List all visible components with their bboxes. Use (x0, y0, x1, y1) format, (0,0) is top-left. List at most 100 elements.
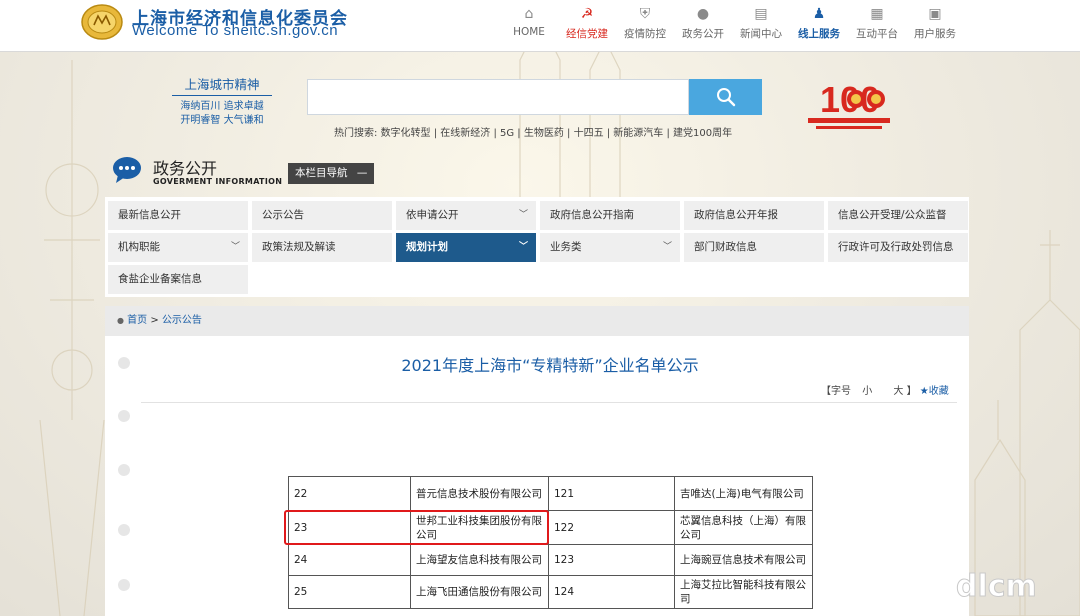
category-menu: 最新信息公开 公示公告 依申请公开 ﹀ 政府信息公开指南 政府信息公开年报 信息公开受理/公… (105, 197, 969, 297)
slogan-line-1: 海纳百川 追求卓越 (180, 101, 264, 112)
menu-item-label: 依申请公开 (406, 209, 459, 221)
column-nav-label: 本栏目导航 (295, 167, 348, 179)
nav-item-label: 线上服务 (798, 28, 840, 40)
side-dot (118, 524, 130, 536)
section-title: 政务公开 (153, 159, 218, 178)
menu-item[interactable]: 政策法规及解读 (252, 233, 392, 262)
nav-item-grid[interactable]: ▦ 互动平台 (848, 0, 906, 52)
side-dot (118, 410, 130, 422)
menu-item-label: 公示公告 (262, 209, 304, 221)
article-tools: 【字号 小 大 】 ★收藏 (821, 382, 949, 397)
nav-item-user-service[interactable]: ▣ 用户服务 (906, 0, 964, 52)
chevron-down-icon[interactable]: ﹀ (519, 233, 528, 262)
site-subtitle[interactable]: Welcome To sheitc.sh.gov.cn (132, 22, 338, 39)
search-icon (716, 88, 735, 107)
menu-item[interactable]: 信息公开受理/公众监督 (828, 201, 968, 230)
menu-item[interactable]: 机构职能 ﹀ (108, 233, 248, 262)
nav-item-home[interactable]: ⌂ HOME (500, 0, 558, 52)
chevron-down-icon[interactable]: ﹀ (519, 201, 528, 230)
news-icon: ▤ (754, 6, 768, 22)
favorite-button[interactable]: ★收藏 (920, 386, 949, 397)
nav-item-label: HOME (513, 26, 545, 38)
menu-item-label: 食盐企业备案信息 (118, 273, 202, 285)
menu-item[interactable]: 公示公告 (252, 201, 392, 230)
font-size-close-bracket: 】 (906, 386, 917, 397)
side-dot (118, 579, 130, 591)
menu-item-label: 政府信息公开指南 (550, 209, 634, 221)
hot-search-label: 热门搜索: (334, 128, 378, 139)
search-button[interactable] (689, 79, 762, 115)
table-cell: 123 (548, 544, 675, 576)
menu-item[interactable]: 食盐企业备案信息 (108, 265, 248, 294)
menu-item-label: 信息公开受理/公众监督 (838, 209, 947, 221)
user-service-icon: ▣ (928, 6, 942, 22)
slogan-title: 上海城市精神 (172, 74, 272, 96)
menu-item-label: 最新信息公开 (118, 209, 181, 221)
city-spirit-slogan: 上海城市精神 海纳百川 追求卓越 开明睿智 大气谦和 (172, 74, 272, 128)
article-title: 2021年度上海市“专精特新”企业名单公示 (401, 356, 699, 375)
grid-icon: ▦ (870, 6, 884, 22)
watermark-logo: dlcm (956, 569, 1038, 605)
nav-item-chat[interactable]: ● 政务公开 (674, 0, 732, 52)
column-nav-toggle-button[interactable]: 本栏目导航 — (288, 163, 374, 184)
nav-item-party[interactable]: ☭ 经信党建 (558, 0, 616, 52)
slogan-line-2: 开明睿智 大气谦和 (180, 115, 264, 126)
site-logo[interactable] (80, 3, 124, 41)
chevron-down-icon[interactable]: ﹀ (231, 233, 240, 262)
menu-item-label: 政府信息公开年报 (694, 209, 778, 221)
menu-item[interactable]: 政府信息公开指南 (540, 201, 680, 230)
nav-item-label: 政务公开 (682, 28, 724, 40)
menu-item[interactable]: 业务类 ﹀ (540, 233, 680, 262)
font-size-small-button[interactable]: 小 (862, 386, 872, 397)
svg-text:dlcm: dlcm (956, 569, 1037, 604)
menu-item[interactable]: 规划计划 ﹀ (396, 233, 536, 262)
nav-item-label: 疫情防控 (624, 28, 666, 40)
breadcrumb-home-link[interactable]: 首页 (127, 315, 147, 326)
hot-search-terms[interactable]: 数字化转型 | 在线新经济 | 5G | 生物医药 | 十四五 | 新能源汽车 … (381, 128, 733, 139)
side-dot (118, 357, 130, 369)
table-cell: 普元信息技术股份有限公司 (410, 476, 549, 511)
table-cell: 上海豌豆信息技术有限公司 (674, 544, 813, 576)
nav-item-label: 经信党建 (566, 28, 608, 40)
nav-item-news[interactable]: ▤ 新闻中心 (732, 0, 790, 52)
nav-item-label: 用户服务 (914, 28, 956, 40)
nav-item-shield[interactable]: ⛨ 疫情防控 (616, 0, 674, 52)
table-row: 24 上海望友信息科技有限公司 123 上海豌豆信息技术有限公司 (288, 544, 813, 576)
table-cell: 芯翼信息科技（上海）有限公司 (674, 510, 813, 545)
table-cell: 吉唯达(上海)电气有限公司 (674, 476, 813, 511)
table-cell: 124 (548, 575, 675, 609)
chevron-down-icon[interactable]: ﹀ (663, 233, 672, 262)
table-row: 25 上海飞田通信股份有限公司 124 上海艾拉比智能科技有限公司 (288, 575, 813, 609)
nav-item-people[interactable]: ♟ 线上服务 (790, 0, 848, 52)
party-100-anniversary-badge: 100 (808, 79, 890, 129)
main-nav: ⌂ HOME ☭ 经信党建 ⛨ 疫情防控 ● 政务公开 ▤ 新闻中心 ♟ 线上服务 ▦ 互动平台 ▣ 用户服务 (500, 0, 964, 52)
title-divider (141, 402, 957, 403)
menu-item-label: 业务类 (550, 241, 582, 253)
font-size-large-button[interactable]: 大 (893, 386, 903, 397)
breadcrumb-current-link[interactable]: 公示公告 (162, 315, 202, 326)
menu-item[interactable]: 部门财政信息 (684, 233, 824, 262)
site-header: 上海市经济和信息化委员会 Welcome To sheitc.sh.gov.cn… (0, 0, 1080, 52)
breadcrumb-bullet: ● (117, 316, 124, 325)
nav-item-label: 互动平台 (856, 28, 898, 40)
highlight-box (284, 510, 549, 545)
breadcrumb-separator: > (150, 315, 159, 326)
menu-item[interactable]: 最新信息公开 (108, 201, 248, 230)
table-cell: 上海艾拉比智能科技有限公司 (674, 575, 813, 609)
menu-item[interactable]: 行政许可及行政处罚信息 (828, 233, 968, 262)
menu-item-label: 部门财政信息 (694, 241, 757, 253)
table-cell: 122 (548, 510, 675, 545)
table-cell: 22 (288, 476, 411, 511)
menu-item[interactable]: 依申请公开 ﹀ (396, 201, 536, 230)
menu-item-label: 规划计划 (406, 241, 448, 253)
menu-item[interactable]: 政府信息公开年报 (684, 201, 824, 230)
menu-item-label: 政策法规及解读 (262, 241, 336, 253)
home-icon: ⌂ (524, 6, 534, 22)
side-dot (118, 464, 130, 476)
section-subtitle: GOVERMENT INFORMATION (153, 177, 283, 186)
search-input[interactable] (307, 79, 689, 115)
hot-search-bar: 热门搜索: 数字化转型 | 在线新经济 | 5G | 生物医药 | 十四五 | … (334, 124, 732, 139)
shield-icon: ⛨ (639, 6, 651, 22)
table-row: 22 普元信息技术股份有限公司 121 吉唯达(上海)电气有限公司 (288, 476, 813, 511)
table-cell: 24 (288, 544, 411, 576)
